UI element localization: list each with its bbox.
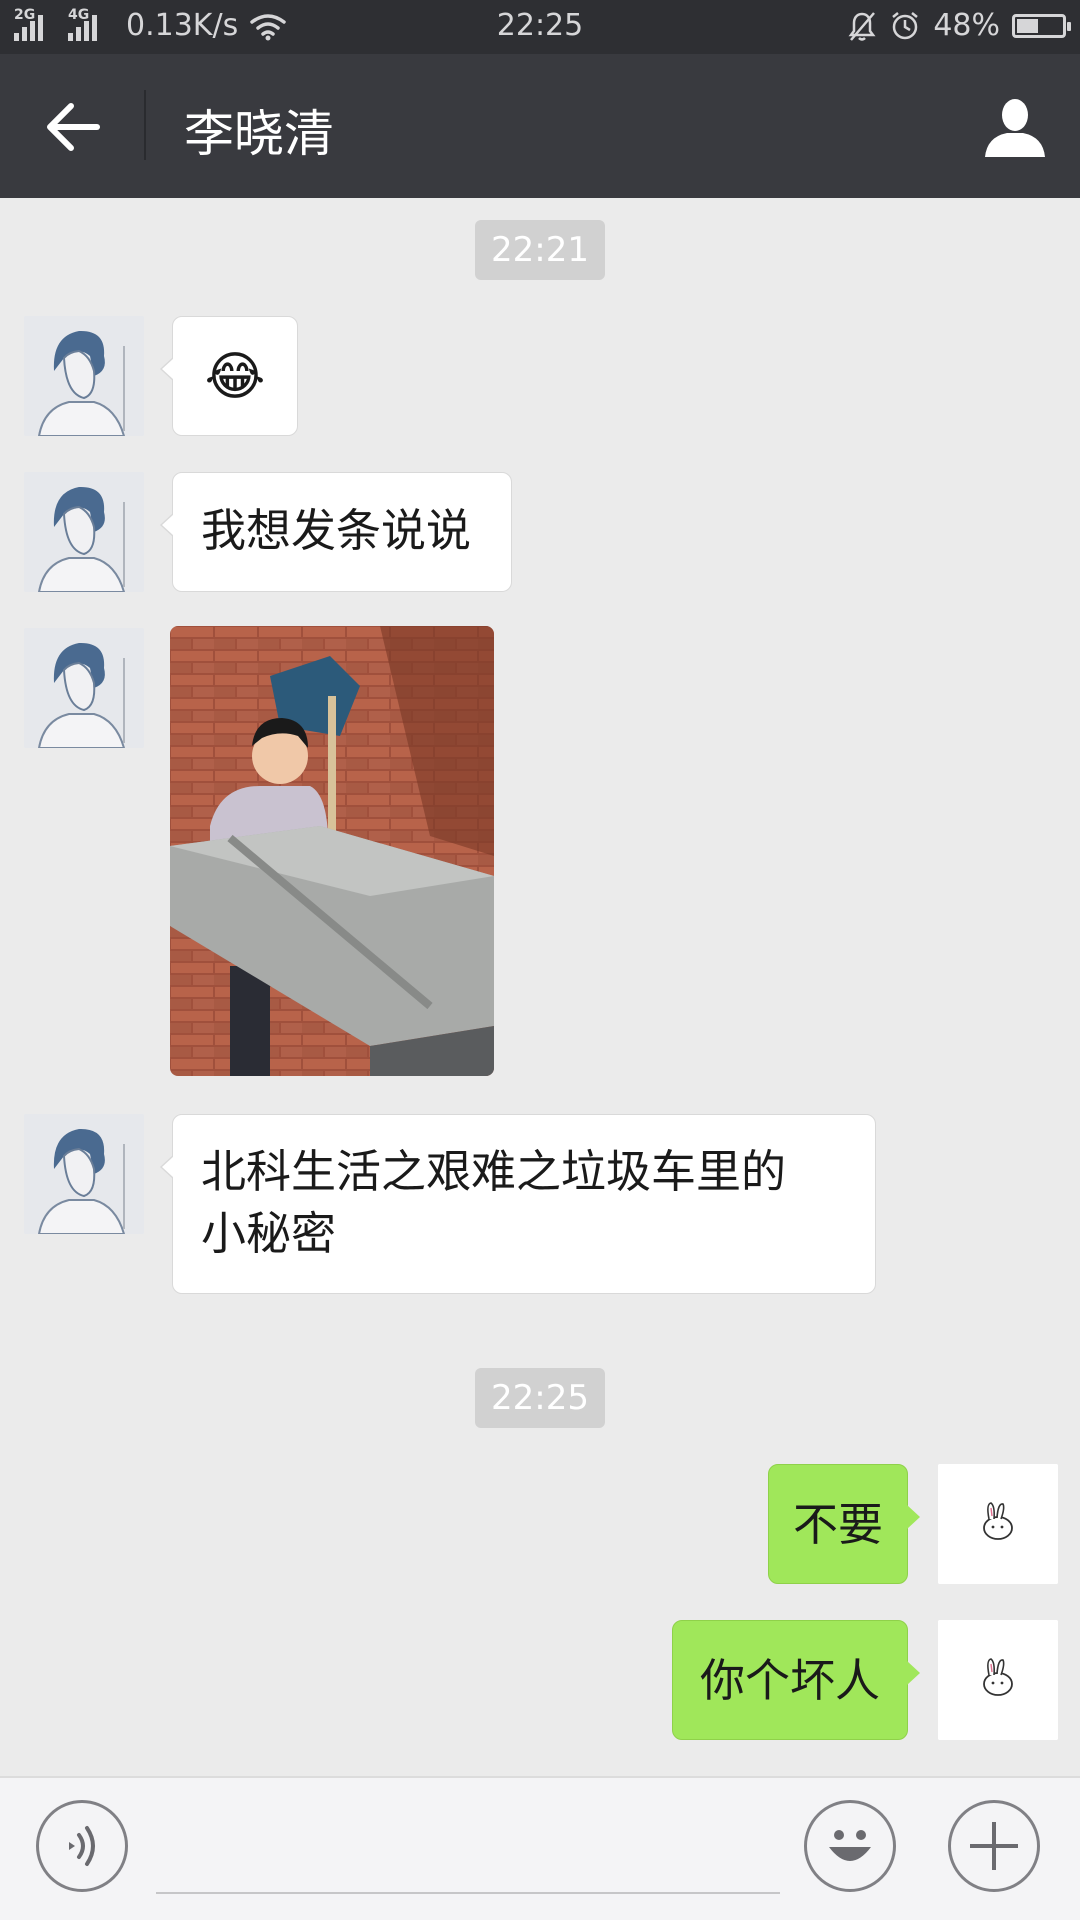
message-text: 不要 — [792, 1498, 883, 1551]
message-bubble[interactable]: 😂 — [160, 316, 298, 436]
status-bar: 2G 4G 0.13K/s 22:25 48% — [0, 0, 1080, 54]
title-bar: 李晓清 — [0, 54, 1080, 198]
plus-icon — [970, 1822, 1018, 1870]
message-bubble[interactable]: 北科生活之艰难之垃圾车里的 小秘密 — [160, 1114, 876, 1294]
more-button[interactable] — [948, 1800, 1040, 1892]
person-icon — [985, 99, 1045, 157]
message-bubble[interactable]: 我想发条说说 — [160, 472, 512, 592]
rabbit-avatar-icon — [938, 1464, 1058, 1584]
back-button[interactable] — [40, 94, 106, 160]
my-message-bubble[interactable]: 你个坏人 — [672, 1620, 920, 1740]
message-text-line-1: 北科生活之艰难之垃圾车里的 — [201, 1145, 787, 1198]
emoji-button[interactable] — [804, 1800, 896, 1892]
friend-avatar[interactable] — [24, 472, 144, 592]
message-text: 我想发条说说 — [201, 504, 472, 557]
friend-avatar[interactable] — [24, 628, 144, 748]
friend-avatar[interactable] — [24, 1114, 144, 1234]
input-bar — [0, 1776, 1080, 1920]
my-avatar[interactable] — [938, 1464, 1058, 1584]
voice-button[interactable] — [36, 1800, 128, 1892]
alarm-icon — [892, 11, 919, 39]
rabbit-avatar-icon — [938, 1620, 1058, 1740]
timestamp: 22:21 — [475, 220, 605, 280]
message-text-line-2: 小秘密 — [201, 1207, 337, 1260]
timestamp: 22:25 — [475, 1368, 605, 1428]
my-avatar[interactable] — [938, 1620, 1058, 1740]
arrow-left-icon — [47, 103, 100, 151]
chat-title: 李晓清 — [184, 105, 334, 163]
input-underline — [156, 1892, 780, 1894]
profile-button[interactable] — [980, 92, 1050, 162]
emoji-icon — [829, 1830, 871, 1861]
battery-icon — [1012, 13, 1071, 38]
battery-percent: 48% — [933, 8, 1000, 43]
battery-fill — [1017, 18, 1039, 33]
bell-muted-icon — [848, 11, 876, 41]
title-divider — [144, 90, 146, 160]
emoji-message: 😂 — [204, 347, 266, 407]
friend-avatar[interactable] — [24, 316, 144, 436]
message-input[interactable] — [156, 1808, 784, 1890]
photo-message[interactable] — [170, 626, 494, 1076]
status-right: 48% — [847, 8, 1071, 43]
voice-icon — [69, 1826, 95, 1866]
chat-area[interactable]: 22:21 😂 我想发条说说 北科生活之艰难之垃圾车里的 小秘密 22:25 不… — [0, 198, 1080, 1776]
message-text: 你个坏人 — [699, 1654, 880, 1707]
my-message-bubble[interactable]: 不要 — [768, 1464, 920, 1584]
